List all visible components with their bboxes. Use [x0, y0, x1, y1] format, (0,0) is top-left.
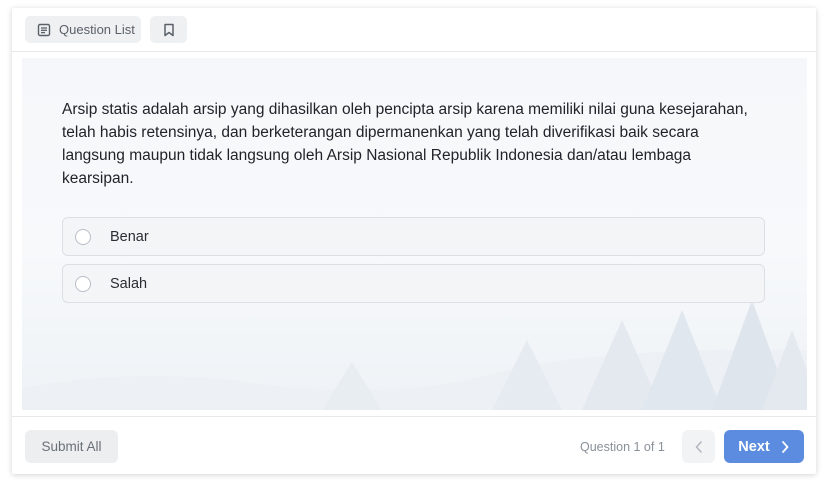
chevron-left-icon [695, 440, 702, 453]
question-list-label: Question List [59, 22, 135, 37]
answer-option-salah[interactable]: Salah [62, 264, 765, 303]
question-list-button[interactable]: Question List [25, 16, 141, 43]
quiz-footer: Submit All Question 1 of 1 Next [12, 416, 816, 475]
question-panel: Arsip statis adalah arsip yang dihasilka… [22, 58, 807, 410]
question-text: Arsip statis adalah arsip yang dihasilka… [62, 101, 748, 187]
option-label: Benar [110, 228, 149, 245]
previous-button[interactable] [682, 430, 715, 463]
list-icon [37, 23, 51, 36]
question-counter: Question 1 of 1 [580, 440, 665, 454]
answer-option-benar[interactable]: Benar [62, 217, 765, 256]
next-button[interactable]: Next [724, 430, 804, 463]
radio-button[interactable] [75, 228, 91, 245]
bookmark-button[interactable] [150, 16, 187, 43]
quiz-toolbar: Question List [12, 8, 816, 52]
next-label: Next [738, 438, 770, 455]
quiz-card: Question List Arsip statis adalah arsip … [12, 8, 816, 474]
bookmark-icon [163, 23, 174, 36]
chevron-right-icon [781, 440, 789, 453]
radio-button[interactable] [75, 275, 91, 292]
option-label: Salah [110, 275, 148, 292]
submit-all-button[interactable]: Submit All [25, 430, 118, 463]
